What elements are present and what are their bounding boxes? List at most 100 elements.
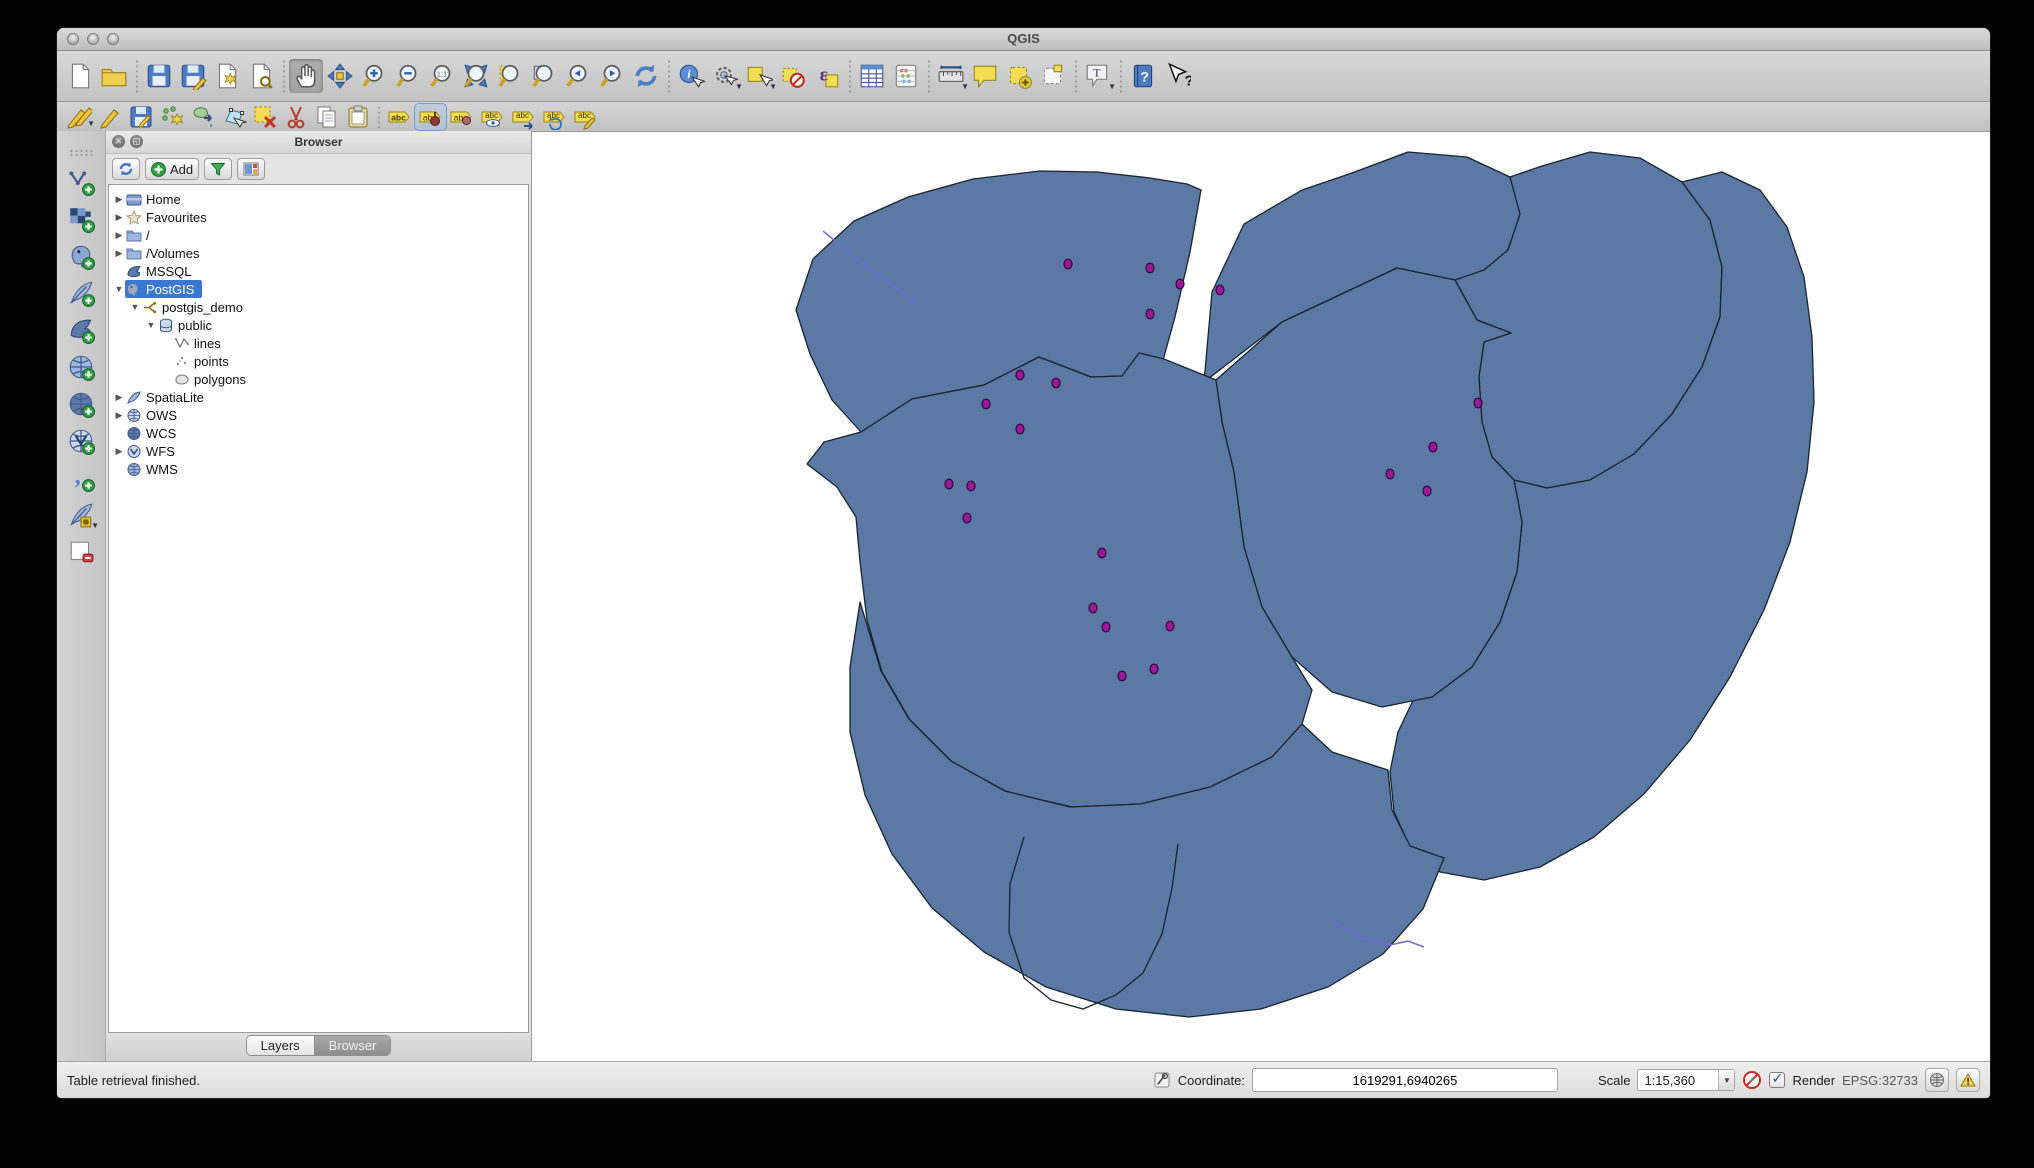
stop-render-icon[interactable] — [1742, 1070, 1762, 1090]
zoom-full-button[interactable] — [459, 59, 493, 93]
save-project-button[interactable] — [142, 59, 176, 93]
zoom-out-button[interactable] — [391, 59, 425, 93]
save-layer-edits-button[interactable] — [125, 104, 156, 130]
dropdown-arrow-icon[interactable]: ▼ — [1108, 83, 1116, 91]
pan-to-selection-button[interactable] — [323, 59, 357, 93]
select-features-button[interactable]: ▼ — [742, 59, 776, 93]
map-tips-button[interactable] — [968, 59, 1002, 93]
identify-button[interactable]: i — [674, 59, 708, 93]
remove-layer-button[interactable] — [64, 535, 98, 569]
copy-features-button[interactable] — [311, 104, 342, 130]
node-tool-button[interactable] — [218, 104, 249, 130]
tree-item-home[interactable]: ▶Home — [109, 190, 528, 208]
zoom-in-button[interactable] — [357, 59, 391, 93]
add-selected-layers-button[interactable]: Add — [145, 158, 199, 180]
tab-browser[interactable]: Browser — [314, 1036, 391, 1055]
add-feature-button[interactable] — [156, 104, 187, 130]
toolbar-drag-handle[interactable] — [69, 149, 93, 157]
filter-browser-button[interactable] — [204, 158, 232, 180]
save-project-as-button[interactable] — [176, 59, 210, 93]
new-shapefile-button[interactable]: ▼ — [64, 498, 98, 532]
tree-item-spatialite[interactable]: ▶SpatiaLite — [109, 388, 528, 406]
extents-icon[interactable] — [1153, 1071, 1171, 1089]
select-by-expression-button[interactable]: ε — [810, 59, 844, 93]
tree-item-favourites[interactable]: ▶Favourites — [109, 208, 528, 226]
log-messages-button[interactable] — [1956, 1068, 1980, 1092]
add-spatialite-layer-button[interactable] — [64, 276, 98, 310]
render-checkbox[interactable] — [1769, 1072, 1785, 1088]
coordinate-input[interactable] — [1252, 1068, 1558, 1092]
measure-button[interactable]: ▼ — [934, 59, 968, 93]
label-move-button[interactable]: abc — [508, 104, 539, 130]
refresh-browser-button[interactable] — [112, 158, 140, 180]
tree-expand-icon[interactable]: ▶ — [113, 392, 125, 403]
add-raster-layer-button[interactable] — [64, 202, 98, 236]
properties-widget-button[interactable] — [237, 158, 265, 180]
add-wcs-layer-button[interactable] — [64, 387, 98, 421]
add-wms-layer-button[interactable] — [64, 350, 98, 384]
tree-item-wms[interactable]: WMS — [109, 460, 528, 478]
zoom-actual-button[interactable]: 1:1 — [425, 59, 459, 93]
cut-features-button[interactable] — [280, 104, 311, 130]
tree-item-wfs[interactable]: ▶WFS — [109, 442, 528, 460]
label-show-hide-button[interactable]: abc — [477, 104, 508, 130]
tree-item--[interactable]: ▶/ — [109, 226, 528, 244]
tree-expand-icon[interactable]: ▼ — [113, 284, 125, 294]
add-delimited-text-button[interactable]: , — [64, 461, 98, 495]
attribute-table-button[interactable] — [855, 59, 889, 93]
title-bar[interactable]: QGIS — [57, 28, 1990, 51]
paste-features-button[interactable] — [342, 104, 373, 130]
current-edits-button[interactable]: ▼ — [63, 104, 94, 130]
tree-expand-icon[interactable]: ▶ — [113, 230, 125, 241]
dropdown-arrow-icon[interactable]: ▼ — [91, 522, 99, 530]
refresh-map-button[interactable] — [629, 59, 663, 93]
pan-map-button[interactable] — [289, 59, 323, 93]
tree-expand-icon[interactable]: ▼ — [145, 320, 157, 330]
tree-expand-icon[interactable]: ▶ — [113, 194, 125, 205]
tree-item-wcs[interactable]: WCS — [109, 424, 528, 442]
deselect-features-button[interactable] — [776, 59, 810, 93]
tree-expand-icon[interactable]: ▶ — [113, 212, 125, 223]
tree-item-lines[interactable]: lines — [109, 334, 528, 352]
zoom-next-button[interactable] — [595, 59, 629, 93]
tree-expand-icon[interactable]: ▶ — [113, 248, 125, 259]
whats-this-button[interactable]: ? — [1160, 59, 1194, 93]
tree-item-postgis-demo[interactable]: ▼postgis_demo — [109, 298, 528, 316]
crs-status-button[interactable] — [1925, 1068, 1949, 1092]
zoom-to-selection-button[interactable] — [493, 59, 527, 93]
new-composer-button[interactable] — [210, 59, 244, 93]
new-bookmark-button[interactable] — [1002, 59, 1036, 93]
label-rotate-button[interactable]: abc — [539, 104, 570, 130]
label-properties-button[interactable]: abc — [570, 104, 601, 130]
add-mssql-layer-button[interactable] — [64, 313, 98, 347]
delete-selected-button[interactable] — [249, 104, 280, 130]
zoom-to-layer-button[interactable] — [527, 59, 561, 93]
tree-item-ows[interactable]: ▶OWS — [109, 406, 528, 424]
label-pin-button[interactable]: ab — [415, 104, 446, 130]
text-annotation-button[interactable]: T▼ — [1081, 59, 1115, 93]
scale-combo[interactable]: 1:15,360 ▼ — [1637, 1069, 1735, 1091]
tree-expand-icon[interactable]: ▼ — [129, 302, 141, 312]
tree-item-points[interactable]: points — [109, 352, 528, 370]
tree-item-polygons[interactable]: polygons — [109, 370, 528, 388]
tree-item-public[interactable]: ▼public — [109, 316, 528, 334]
new-project-button[interactable] — [63, 59, 97, 93]
open-project-button[interactable] — [97, 59, 131, 93]
add-postgis-layer-button[interactable] — [64, 239, 98, 273]
show-bookmarks-button[interactable] — [1036, 59, 1070, 93]
zoom-last-button[interactable] — [561, 59, 595, 93]
labeling-button[interactable]: abc — [384, 104, 415, 130]
map-canvas[interactable] — [531, 131, 1990, 1062]
scale-dropdown-icon[interactable]: ▼ — [1718, 1070, 1734, 1090]
label-highlight-pinned-button[interactable]: ab — [446, 104, 477, 130]
tree-item--volumes[interactable]: ▶/Volumes — [109, 244, 528, 262]
toggle-editing-button[interactable] — [94, 104, 125, 130]
tree-expand-icon[interactable]: ▶ — [113, 446, 125, 457]
tree-expand-icon[interactable]: ▶ — [113, 410, 125, 421]
move-feature-button[interactable] — [187, 104, 218, 130]
tab-layers[interactable]: Layers — [247, 1036, 314, 1055]
help-button[interactable]: ? — [1126, 59, 1160, 93]
add-vector-layer-button[interactable] — [64, 165, 98, 199]
run-feature-action-button[interactable]: ▼ — [708, 59, 742, 93]
tree-item-postgis[interactable]: ▼PostGIS — [109, 280, 528, 298]
